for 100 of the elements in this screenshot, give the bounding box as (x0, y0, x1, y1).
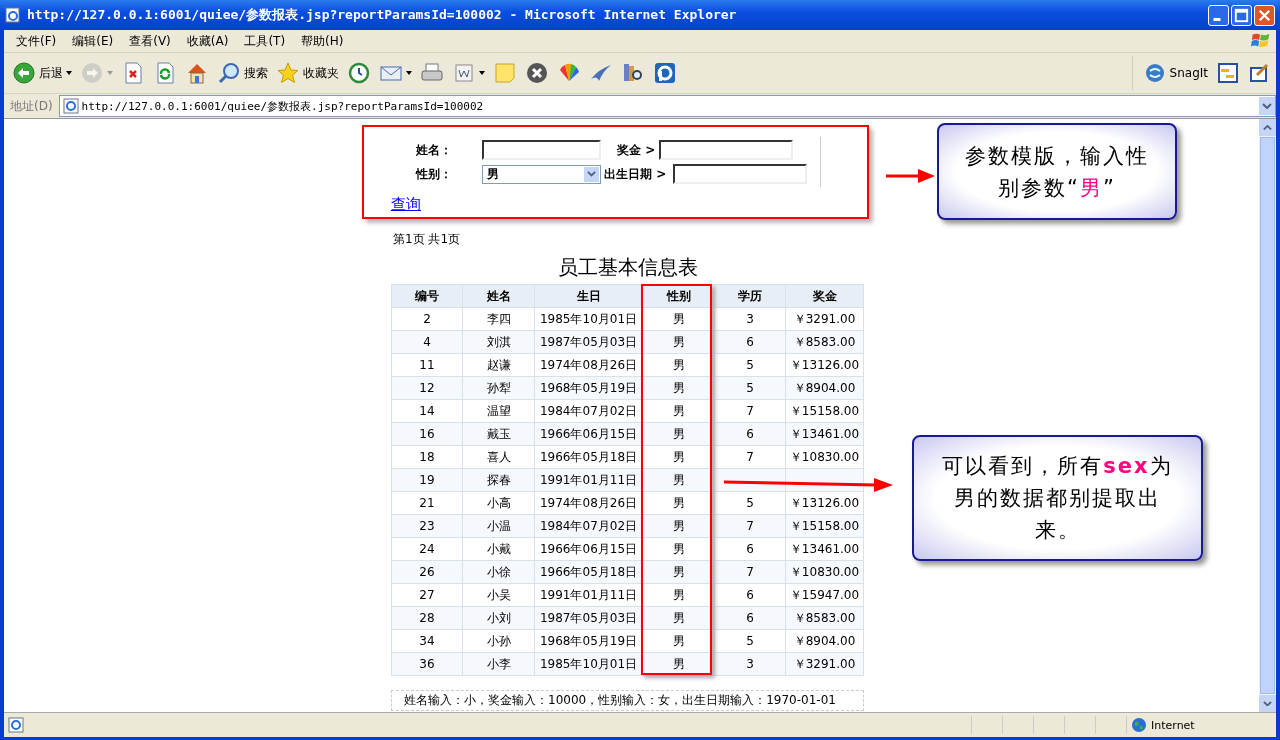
page-icon (62, 98, 79, 114)
table-cell: 男 (672, 564, 685, 579)
bonus-input[interactable] (659, 140, 793, 160)
dropdown-button[interactable] (584, 166, 599, 182)
table-cell: 小徐 (486, 564, 511, 579)
snagit-button[interactable]: SnagIt (1138, 56, 1212, 90)
table-cell: 1987年05月03日 (539, 334, 638, 349)
table-cell: 14 (419, 404, 435, 418)
table-cell: 6 (746, 588, 754, 602)
table-cell: 24 (419, 542, 435, 556)
menu-item[interactable]: 文件(F) (8, 32, 65, 50)
field-label: 奖金 > (616, 141, 657, 159)
table-cell: 赵谦 (486, 357, 511, 372)
clock-icon (347, 61, 371, 85)
search-button[interactable]: 搜索 (213, 56, 272, 90)
table-cell: ￥13461.00 (789, 541, 860, 556)
table-cell: 5 (746, 358, 754, 372)
table-cell: 1966年06月15日 (539, 541, 638, 556)
field-label: 出生日期 > (603, 165, 668, 183)
table-cell: ￥15158.00 (789, 403, 860, 418)
table-cell: 小戴 (486, 541, 511, 556)
table-cell: 男 (672, 656, 685, 671)
table-cell: ￥8583.00 (793, 334, 856, 349)
table-cell: 小刘 (486, 610, 511, 625)
table-cell: 3 (746, 657, 754, 671)
column-header: 姓名 (462, 284, 535, 308)
table-cell: ￥3291.00 (793, 311, 856, 326)
table-cell: 小温 (486, 518, 511, 533)
gender-select[interactable]: 男 (482, 164, 601, 184)
menu-item[interactable]: 帮助(H) (293, 32, 352, 50)
table-cell: 6 (746, 611, 754, 625)
parameter-note: 姓名输入：小，奖金输入：10000，性别输入：女，出生日期输入：1970-01-01 (391, 690, 864, 711)
table-cell: 26 (419, 565, 435, 579)
table-cell: 2 (423, 312, 431, 326)
globe-icon (1131, 717, 1147, 733)
address-field[interactable]: http://127.0.0.1:6001/quiee/参数报表.jsp?reportParamsId=100002 (58, 95, 1276, 117)
scrollbar[interactable] (1259, 119, 1276, 712)
table-cell: 男 (672, 403, 685, 418)
table-cell: 7 (746, 565, 754, 579)
table-cell: 27 (419, 588, 435, 602)
birth-date-input[interactable] (673, 164, 807, 184)
menu-item[interactable]: 收藏(A) (178, 32, 237, 50)
table-cell: ￥13126.00 (789, 357, 860, 372)
column-header: 奖金 (785, 284, 864, 308)
table-cell: ￥8904.00 (793, 380, 856, 395)
table-cell: ￥15947.00 (789, 587, 860, 602)
table-cell: 男 (672, 633, 685, 648)
menu-item[interactable]: 查看(V) (121, 32, 179, 50)
document-icon (452, 61, 476, 85)
table-cell: 34 (419, 634, 435, 648)
query-link[interactable]: 查询 (391, 195, 421, 214)
chevron-up-icon (1263, 124, 1272, 131)
table-cell: 1991年01月11日 (539, 472, 638, 487)
table-cell: 男 (672, 610, 685, 625)
table-cell: 7 (746, 450, 754, 464)
table-cell: 1968年05月19日 (539, 633, 638, 648)
callout-text: 可以看到，所有sex为男的数据都别提取出来。 (941, 453, 1174, 544)
dropdown-button[interactable] (1259, 97, 1275, 115)
table-cell: 男 (672, 495, 685, 510)
table-cell: 16 (419, 427, 435, 441)
table-cell: 戴玉 (486, 426, 511, 441)
column-header: 编号 (391, 284, 463, 308)
table-cell: ￥10830.00 (789, 449, 860, 464)
table-cell: 探春 (486, 472, 511, 487)
table-cell: 23 (419, 519, 435, 533)
x-circle-icon (525, 61, 549, 85)
table-cell: 1985年10月01日 (539, 656, 638, 671)
table-cell: 1974年08月26日 (539, 357, 638, 372)
table-cell: 男 (672, 518, 685, 533)
minimize-icon (1213, 17, 1221, 21)
minimize-button[interactable] (1208, 4, 1229, 26)
table-cell: 男 (672, 311, 685, 326)
table-cell: 男 (672, 380, 685, 395)
table-cell: 刘淇 (486, 334, 511, 349)
table-cell: 男 (672, 357, 685, 372)
name-input[interactable] (482, 140, 601, 160)
table-cell: ￥3291.00 (793, 656, 856, 671)
table-cell: 18 (419, 450, 435, 464)
search-icon (217, 61, 241, 85)
table-cell: 36 (419, 657, 435, 671)
maximize-button[interactable] (1231, 4, 1252, 26)
field-label: 姓名： (416, 141, 453, 159)
table-cell: 1987年05月03日 (539, 610, 638, 625)
table-cell: 1966年05月18日 (539, 564, 638, 579)
sticky-note-icon (493, 61, 517, 85)
column-header: 生日 (534, 284, 643, 308)
table-cell: 男 (672, 587, 685, 602)
menu-item[interactable]: 工具(T) (236, 32, 294, 50)
table-cell: ￥8904.00 (793, 633, 856, 648)
back-button[interactable]: 后退 (8, 56, 76, 90)
table-cell: 1974年08月26日 (539, 495, 638, 510)
table-cell: 李四 (486, 311, 511, 326)
table-cell: 小高 (486, 495, 511, 510)
close-button[interactable] (1254, 4, 1275, 26)
menu-item[interactable]: 编辑(E) (64, 32, 122, 50)
favorites-button[interactable]: 收藏夹 (272, 56, 343, 90)
table-cell: 1968年05月19日 (539, 380, 638, 395)
table-cell: 男 (672, 472, 685, 487)
table-cell: 1991年01月11日 (539, 587, 638, 602)
table-cell: ￥13461.00 (789, 426, 860, 441)
